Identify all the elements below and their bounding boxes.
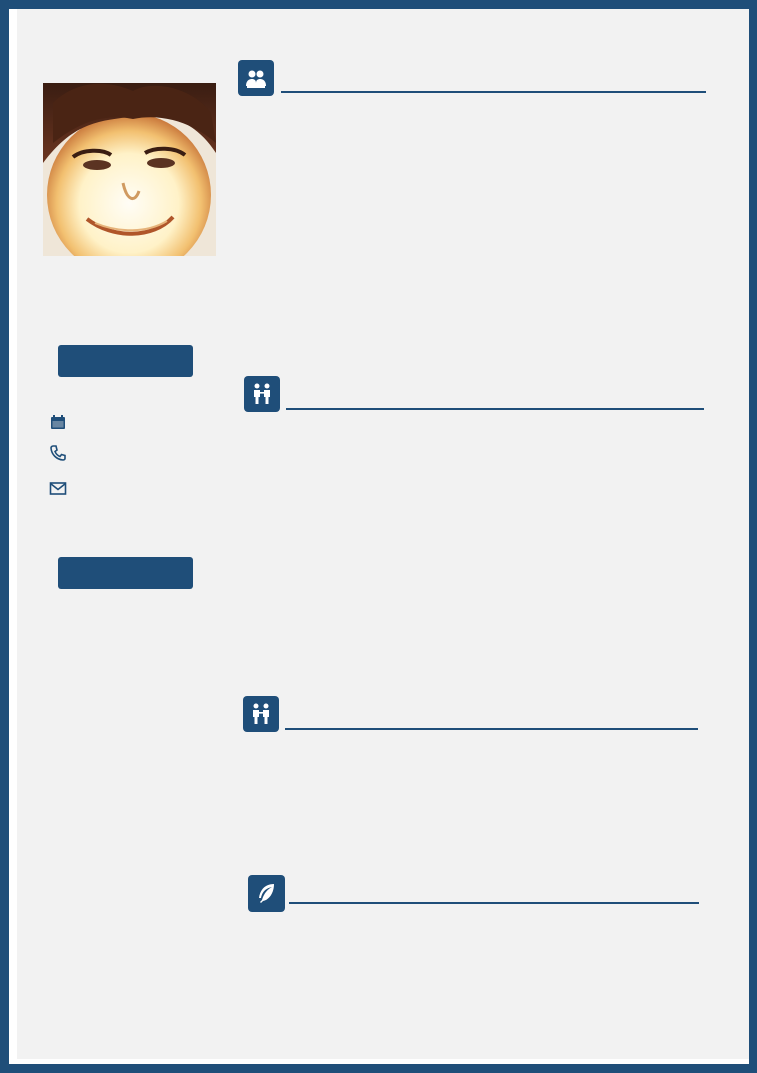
- calendar-icon: [49, 413, 67, 431]
- phone-icon: [49, 444, 67, 462]
- section-divider: [281, 91, 706, 93]
- sidebar-heading-skills: [58, 557, 193, 589]
- section-divider: [289, 902, 699, 904]
- section-divider: [286, 408, 704, 410]
- sidebar-heading-contact: [58, 345, 193, 377]
- people-icon: [243, 696, 279, 732]
- feather-icon: [248, 875, 285, 912]
- user-group-icon: [238, 60, 274, 96]
- profile-photo: [43, 83, 216, 256]
- people-icon: [244, 376, 280, 412]
- mail-icon: [49, 479, 67, 497]
- section-divider: [285, 728, 698, 730]
